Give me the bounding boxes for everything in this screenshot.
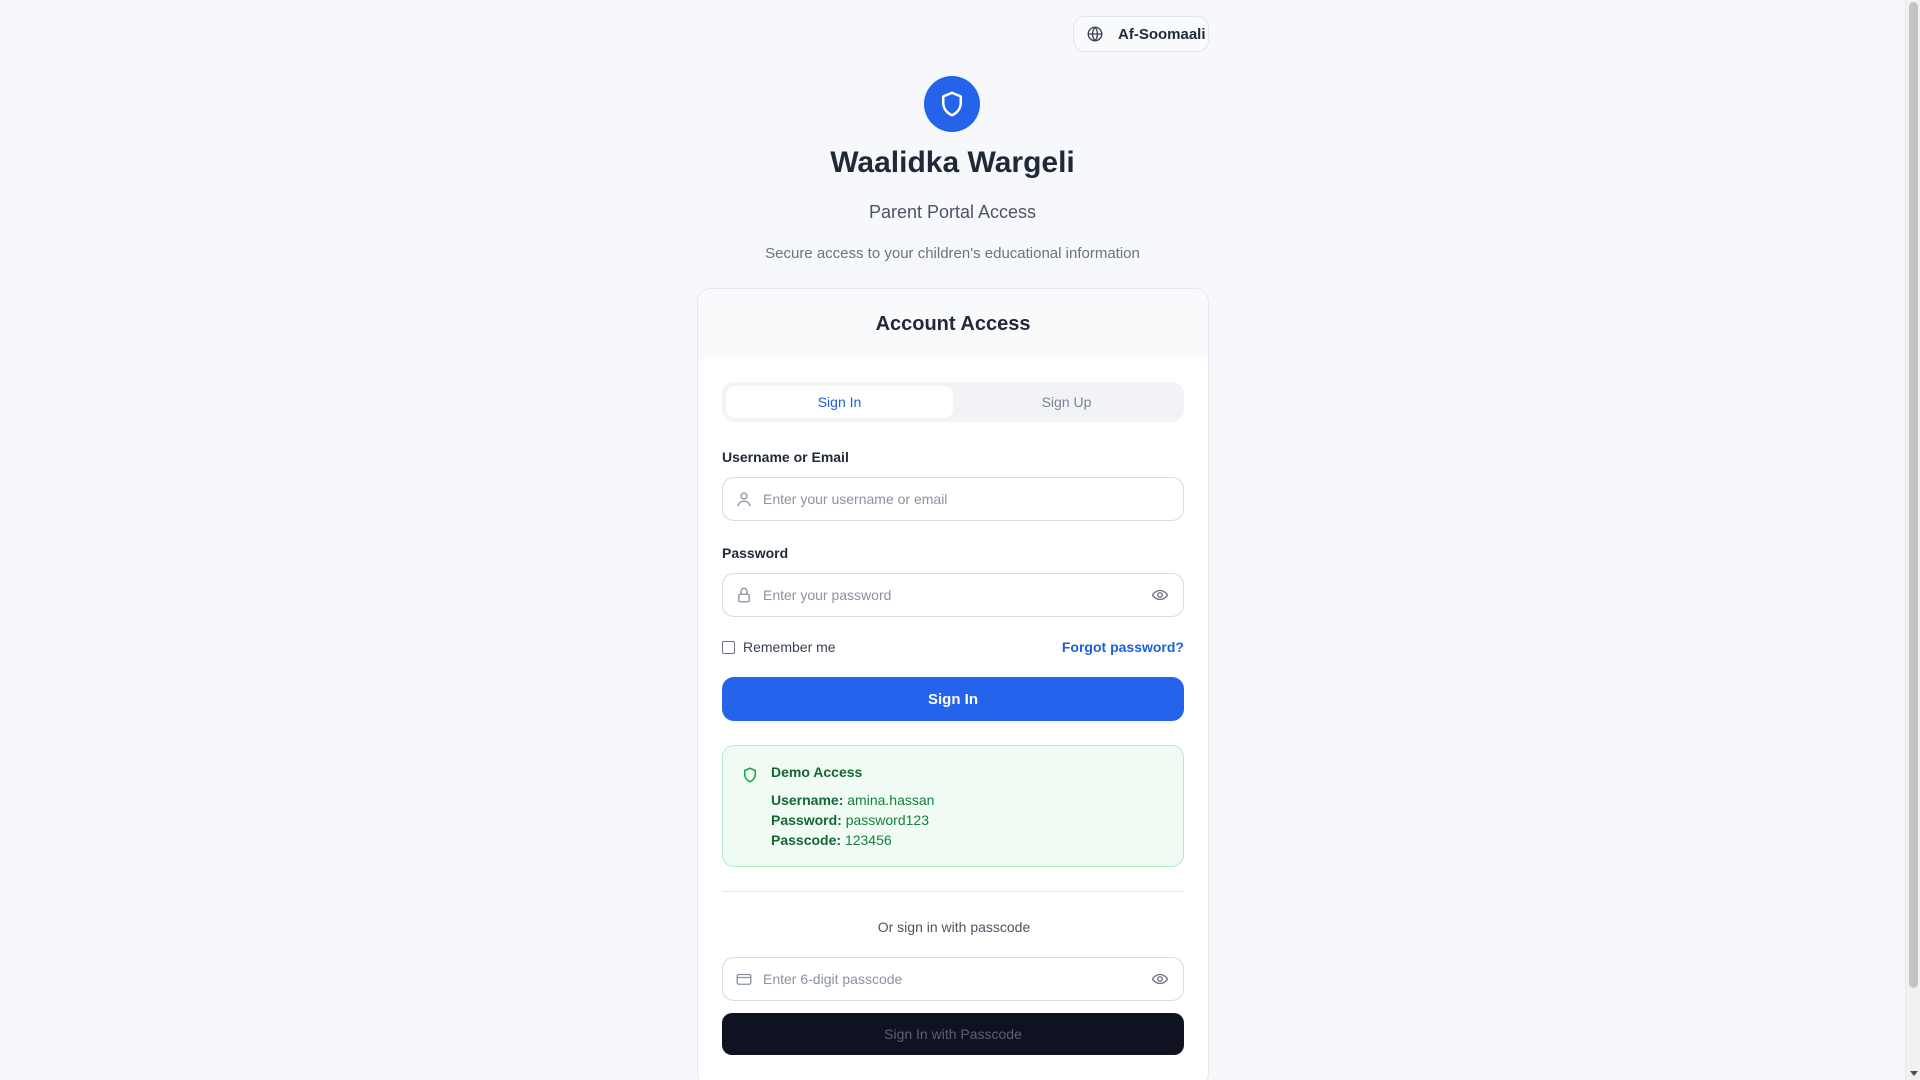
username-input[interactable] xyxy=(763,478,1183,520)
demo-passcode-row: Passcode: 123456 xyxy=(771,832,892,848)
passcode-divider-text: Or sign in with passcode xyxy=(877,919,1031,935)
forgot-password-link[interactable]: Forgot password? xyxy=(1062,639,1184,655)
page-subtitle: Parent Portal Access xyxy=(868,202,1037,222)
globe-icon xyxy=(1087,26,1103,42)
demo-access-box: Demo Access Username: amina.hassan Passw… xyxy=(722,745,1184,867)
remember-checkbox[interactable] xyxy=(722,640,735,654)
demo-password-value: password123 xyxy=(845,812,929,828)
demo-password-row: Password: password123 xyxy=(771,812,929,828)
sign-in-button[interactable]: Sign In xyxy=(722,677,1184,721)
username-label: Username or Email xyxy=(722,449,849,465)
demo-passcode-key: Passcode: xyxy=(771,832,842,848)
password-input[interactable] xyxy=(763,574,1151,616)
username-field[interactable] xyxy=(722,477,1184,521)
card-heading: Account Access xyxy=(698,289,1208,359)
demo-title: Demo Access xyxy=(771,764,863,780)
scroll-down-arrow-icon[interactable] xyxy=(1910,1071,1918,1076)
shield-icon xyxy=(942,91,962,117)
eye-icon[interactable] xyxy=(1151,970,1169,988)
language-label: Af-Soomaali xyxy=(1118,25,1206,43)
demo-username-value: amina.hassan xyxy=(847,792,935,808)
app-logo xyxy=(924,76,980,132)
page-description: Secure access to your children's educati… xyxy=(765,245,1140,262)
shield-icon xyxy=(744,767,756,783)
demo-password-key: Password: xyxy=(771,812,842,828)
scrollbar[interactable] xyxy=(1905,0,1920,1080)
auth-tabs: Sign In Sign Up xyxy=(722,382,1184,422)
demo-username-key: Username: xyxy=(771,792,844,808)
divider xyxy=(722,891,1184,892)
eye-icon[interactable] xyxy=(1151,586,1169,604)
demo-passcode-value: 123456 xyxy=(844,832,892,848)
remember-label: Remember me xyxy=(743,639,836,655)
password-field[interactable] xyxy=(722,573,1184,617)
card-icon xyxy=(736,973,752,985)
passcode-input[interactable] xyxy=(763,958,1151,1000)
remember-me[interactable]: Remember me xyxy=(722,639,836,655)
lock-icon xyxy=(738,587,750,603)
passcode-field[interactable] xyxy=(722,957,1184,1001)
login-card: Account Access Sign In Sign Up Username … xyxy=(697,288,1209,1080)
tab-sign-in[interactable]: Sign In xyxy=(726,386,953,418)
demo-username-row: Username: amina.hassan xyxy=(771,792,934,808)
passcode-sign-in-button[interactable]: Sign In with Passcode xyxy=(722,1013,1184,1055)
tab-sign-up[interactable]: Sign Up xyxy=(953,386,1180,418)
language-selector[interactable]: Af-Soomaali xyxy=(1073,16,1209,52)
scrollbar-thumb[interactable] xyxy=(1909,2,1918,988)
password-label: Password xyxy=(722,545,789,561)
user-icon xyxy=(737,492,751,507)
page-title: Waalidka Wargeli xyxy=(830,146,1075,179)
